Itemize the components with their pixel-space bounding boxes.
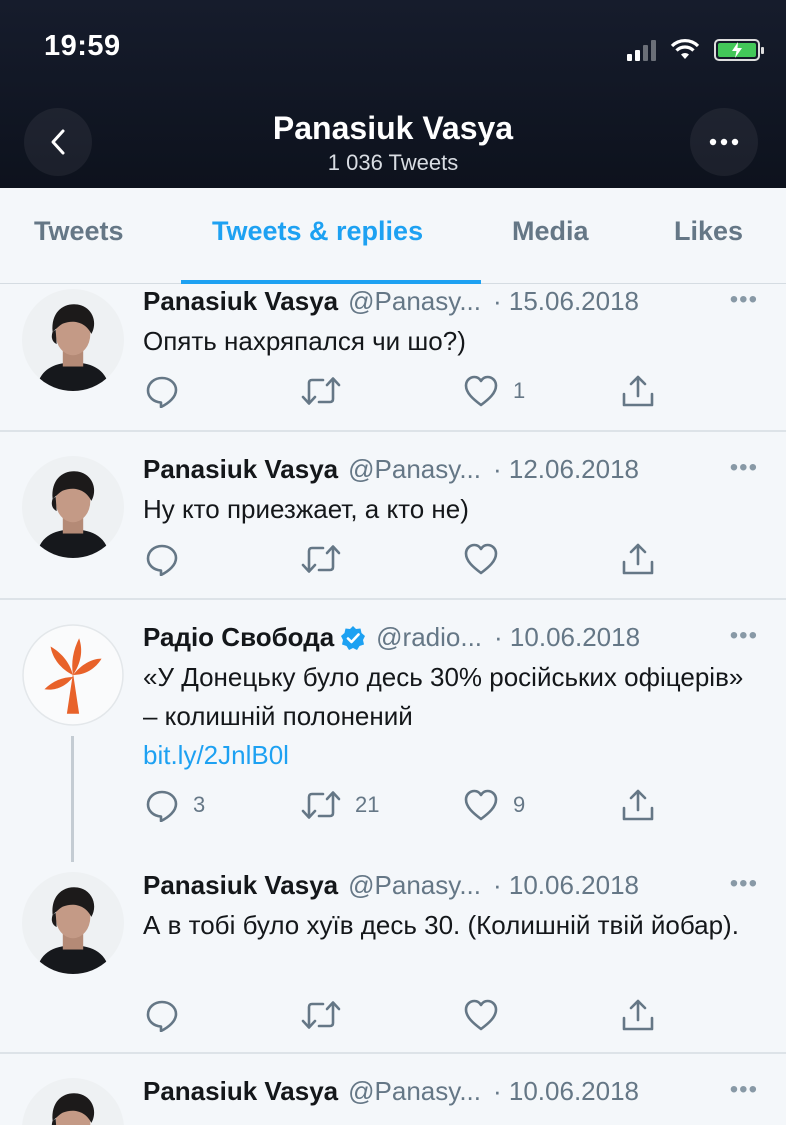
share-button[interactable] (621, 542, 655, 576)
more-horizontal-icon[interactable]: ••• (730, 870, 758, 898)
profile-tabs: Tweets Tweets & replies Media Likes (0, 188, 786, 284)
radio-svoboda-logo-avatar[interactable] (22, 624, 124, 726)
battery-icon (714, 39, 764, 61)
like-button[interactable] (463, 542, 513, 576)
tweet-link[interactable]: bit.ly/2JnlB0l (143, 736, 753, 775)
author-handle: @Panasy... (348, 870, 481, 900)
avatar[interactable] (22, 1078, 124, 1125)
tweet-item[interactable]: Panasiuk Vasya @Panasy... · 10.06.2018 •… (0, 860, 786, 1052)
author-name[interactable]: Panasiuk Vasya (143, 454, 338, 485)
author-name[interactable]: Panasiuk Vasya (143, 870, 338, 901)
tweet-actions: 1 (143, 374, 673, 414)
reply-count: 3 (193, 792, 206, 817)
tweet-date: · 10.06.2018 (494, 622, 641, 652)
tweet-date: · 12.06.2018 (493, 454, 640, 484)
avatar[interactable] (22, 456, 124, 558)
like-button[interactable] (463, 998, 513, 1032)
share-icon (621, 788, 655, 822)
heart-icon (463, 374, 499, 408)
author-name[interactable]: Panasiuk Vasya (143, 1076, 338, 1107)
like-button[interactable]: 9 (463, 788, 525, 822)
tweet-text: Ну кто приезжает, а кто не) (143, 494, 469, 524)
tweet-item[interactable]: Panasiuk Vasya @Panasy... · 12.06.2018 •… (0, 432, 786, 598)
status-icons (627, 34, 764, 66)
tweet-actions: 3 21 9 (143, 788, 673, 828)
reply-icon (145, 542, 179, 576)
tab-media[interactable]: Media (512, 216, 589, 247)
tab-likes[interactable]: Likes (674, 216, 743, 247)
more-horizontal-icon[interactable]: ••• (730, 454, 758, 482)
avatar[interactable] (22, 872, 124, 974)
reply-icon (145, 374, 179, 408)
author-handle: @Panasy... (348, 286, 481, 316)
share-icon (621, 998, 655, 1032)
retweet-icon (301, 542, 341, 576)
tweet-count: 1 036 Tweets (327, 150, 459, 175)
retweet-icon (301, 788, 341, 822)
reply-button[interactable]: 3 (145, 788, 205, 822)
reply-button[interactable] (145, 374, 193, 408)
wifi-icon (670, 39, 700, 59)
like-button[interactable]: 1 (463, 374, 525, 408)
reply-icon (145, 788, 179, 822)
thread-connector (71, 736, 74, 862)
tweet-date: · 10.06.2018 (493, 1076, 640, 1106)
tweet-text: «У Донецьку було десь 30% російських офі… (143, 658, 753, 775)
share-icon (621, 542, 655, 576)
tab-tweets[interactable]: Tweets (34, 216, 124, 247)
share-button[interactable] (621, 374, 655, 408)
more-horizontal-icon[interactable]: ••• (730, 286, 758, 314)
retweet-button[interactable] (301, 998, 355, 1032)
tweet-date: · 15.06.2018 (493, 286, 640, 316)
profile-title: Panasiuk Vasya (272, 110, 514, 146)
reply-button[interactable] (145, 542, 193, 576)
avatar[interactable] (22, 289, 124, 391)
heart-icon (463, 542, 499, 576)
heart-icon (463, 788, 499, 822)
status-time: 19:59 (44, 30, 121, 62)
author-name[interactable]: Радіо Свобода (143, 622, 334, 653)
retweet-button[interactable]: 21 (301, 788, 379, 822)
retweet-count: 21 (355, 792, 380, 817)
author-name[interactable]: Panasiuk Vasya (143, 286, 338, 317)
more-horizontal-icon[interactable]: ••• (730, 1076, 758, 1104)
share-button[interactable] (621, 998, 655, 1032)
tweet-text: Опять нахряпался чи шо?) (143, 326, 466, 356)
author-handle: @radio... (376, 622, 483, 652)
tweet-body: «У Донецьку було десь 30% російських офі… (143, 662, 744, 731)
author-handle: @Panasy... (348, 454, 481, 484)
tweet-text: А в тобі було хуїв десь 30. (Колишній тв… (143, 910, 739, 940)
retweet-icon (301, 374, 341, 408)
more-options-button[interactable] (690, 108, 758, 176)
verified-badge-icon (341, 625, 366, 650)
tweet-item[interactable]: Радіо Свобода @radio... · 10.06.2018 •••… (0, 600, 786, 862)
tweet-date: · 10.06.2018 (493, 870, 640, 900)
reply-button[interactable] (145, 998, 193, 1032)
like-count: 9 (513, 792, 526, 817)
retweet-button[interactable] (301, 374, 355, 408)
more-horizontal-icon (709, 138, 739, 146)
tweet-item[interactable]: Panasiuk Vasya @Panasy... · 15.06.2018 •… (0, 284, 786, 430)
more-horizontal-icon[interactable]: ••• (730, 622, 758, 650)
author-handle: @Panasy... (348, 1076, 481, 1106)
cellular-signal-icon (627, 39, 656, 61)
share-icon (621, 374, 655, 408)
profile-header: 19:59 Panasiuk Vasya 1 036 Tweets (0, 0, 786, 188)
tab-tweets-and-replies[interactable]: Tweets & replies (212, 216, 423, 247)
like-count: 1 (513, 378, 526, 403)
heart-icon (463, 998, 499, 1032)
tweet-item[interactable]: Panasiuk Vasya @Panasy... · 10.06.2018 •… (0, 1054, 786, 1125)
share-button[interactable] (621, 788, 655, 822)
retweet-icon (301, 998, 341, 1032)
reply-icon (145, 998, 179, 1032)
tweet-actions (143, 998, 673, 1038)
tweet-actions (143, 542, 673, 582)
retweet-button[interactable] (301, 542, 355, 576)
